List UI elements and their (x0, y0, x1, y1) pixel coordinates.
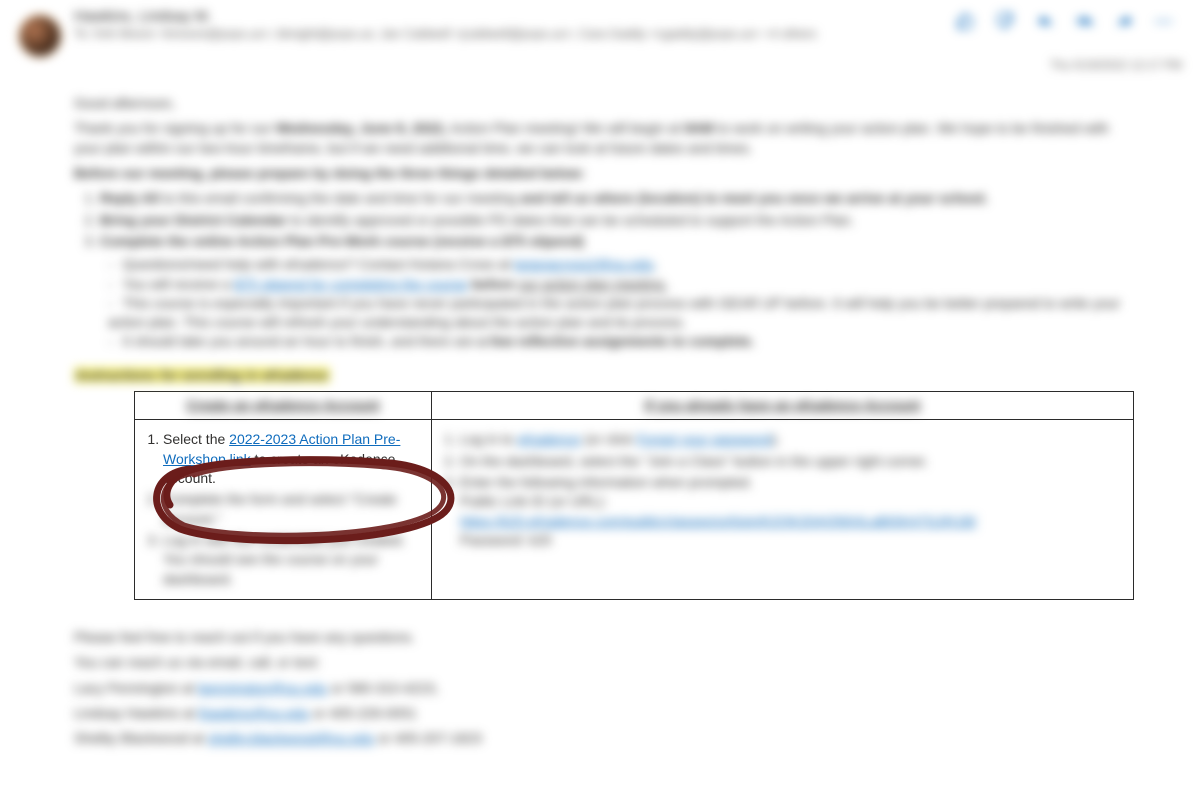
ekadence-login-link[interactable]: eKadence (517, 431, 580, 447)
timestamp: Thu 5/19/2022 12:17 PM (1050, 30, 1182, 72)
intro-paragraph: Thank you for signing up for our Wednesd… (74, 119, 1126, 158)
create-account-step3: Log in with the credentials just created… (163, 531, 421, 589)
reach-line: You can reach us via email, call, or tex… (74, 653, 1126, 672)
forward-icon[interactable] (1116, 12, 1134, 30)
thumbs-up-icon[interactable] (956, 12, 974, 30)
instructions-highlight: Instructions for enrolling in eKadence (74, 367, 330, 383)
existing-step2: On the dashboard, select the "Join a Cla… (460, 452, 1123, 471)
sender-avatar (18, 14, 62, 58)
enroll-instructions-table: Create an eKadence Account If you alread… (134, 391, 1134, 600)
prep-steps: Reply All to this email confirming the d… (100, 189, 1126, 251)
to-line: To: Kirk Moore <kmoore@pvps.us>; bknight… (74, 27, 956, 41)
before-heading: Before our meeting, please prepare by do… (74, 164, 1126, 183)
greeting: Good afternoon, (74, 94, 1126, 113)
existing-step3: Enter the following information when pro… (460, 473, 1123, 550)
col-right-header: If you already have an eKadence Account (431, 392, 1133, 420)
contact-1-email[interactable]: lpennington@ou.edu (198, 680, 327, 696)
existing-step1: Log in to eKadence (or click Forgot your… (460, 430, 1123, 449)
thumbs-down-icon[interactable] (996, 12, 1014, 30)
forgot-password-link[interactable]: Forgot your password (637, 431, 772, 447)
create-account-step2: Complete the form and select "Create acc… (163, 490, 421, 529)
contact-3-email[interactable]: shelby.blackwood@ou.edu (208, 730, 375, 746)
contact-1: Lacy Pennington at lpennington@ou.edu or… (74, 679, 1126, 698)
more-icon[interactable] (1156, 12, 1174, 30)
col-left-header: Create an eKadence Account (135, 392, 432, 420)
public-link-url[interactable]: https://k20.eKadence.com/public/classes/… (460, 513, 977, 529)
contact-2-email[interactable]: lhawkins@ou.edu (199, 705, 310, 721)
contact-3: Shelby Blackwood at shelby.blackwood@ou.… (74, 729, 1126, 748)
contact-email-link[interactable]: keianacross2@ou.edu (514, 256, 654, 272)
contact-2: Lindsay Hawkins at lhawkins@ou.edu or 40… (74, 704, 1126, 723)
questions-line: Please feel free to reach out if you hav… (74, 628, 1126, 647)
from-name: Hawkins, Lindsay M. (74, 8, 956, 25)
stipend-link[interactable]: $75 stipend for completing the course (234, 276, 467, 292)
create-account-step1: Select the 2022-2023 Action Plan Pre-Wor… (163, 430, 421, 488)
reply-all-icon[interactable] (1076, 12, 1094, 30)
reply-icon[interactable] (1036, 12, 1054, 30)
substeps: Questions/need help with eKadence? Conta… (108, 255, 1126, 352)
